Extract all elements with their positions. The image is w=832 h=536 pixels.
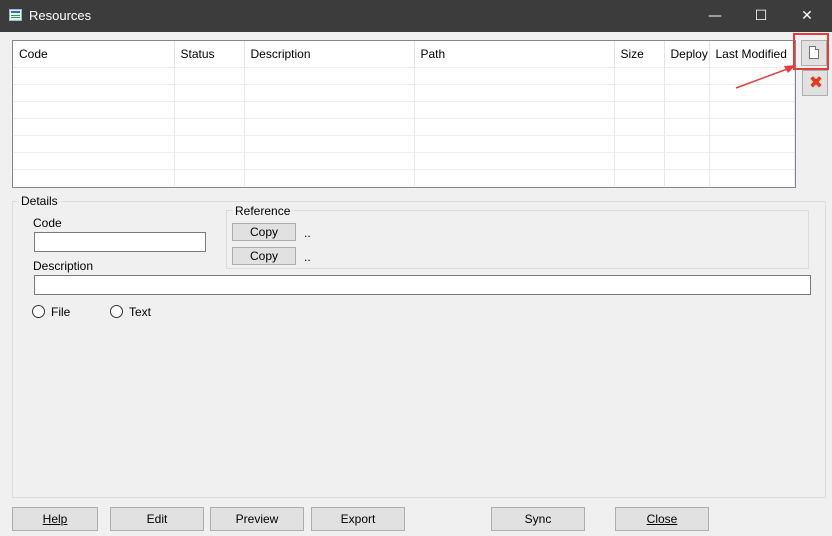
close-window-button[interactable]: ✕ [784, 0, 830, 32]
copy-button-2[interactable]: Copy [232, 247, 296, 265]
reference-value-1: .. [304, 226, 311, 240]
delete-icon: ✖ [808, 73, 824, 93]
reference-value-2: .. [304, 250, 311, 264]
export-button[interactable]: Export [311, 507, 405, 531]
app-icon [9, 9, 22, 21]
window-title: Resources [29, 8, 92, 23]
delete-resource-button[interactable]: ✖ [802, 70, 828, 96]
column-header-code[interactable]: Code [13, 41, 175, 68]
close-button[interactable]: Close [615, 507, 709, 531]
reference-legend: Reference [233, 204, 293, 218]
file-radio[interactable] [32, 305, 45, 318]
table-row [13, 152, 795, 170]
edit-button-label: Edit [146, 512, 168, 526]
table-row [13, 101, 795, 119]
column-header-deploy[interactable]: Deploy [664, 41, 710, 68]
table-header-row: Code Status Description Path Size Deploy… [13, 41, 795, 68]
column-header-status[interactable]: Status [174, 41, 245, 68]
annotation-arrow [735, 65, 796, 89]
export-button-label: Export [340, 512, 376, 526]
minimize-button[interactable]: — [692, 0, 738, 32]
table-row [13, 135, 795, 153]
close-button-label: Close [646, 512, 678, 526]
help-button[interactable]: Help [12, 507, 98, 531]
help-button-label: Help [42, 512, 68, 526]
sync-button-label: Sync [524, 512, 552, 526]
resources-table: Code Status Description Path Size Deploy… [13, 41, 795, 186]
copy-button-1[interactable]: Copy [232, 223, 296, 241]
sync-button[interactable]: Sync [491, 507, 585, 531]
reference-group [226, 210, 809, 269]
resources-grid[interactable]: Code Status Description Path Size Deploy… [12, 40, 796, 188]
table-row [13, 84, 795, 102]
code-input[interactable] [34, 232, 206, 252]
code-label: Code [33, 216, 62, 230]
description-input[interactable] [34, 275, 811, 295]
text-radio-label[interactable]: Text [129, 305, 151, 319]
preview-button-label: Preview [235, 512, 279, 526]
column-header-size[interactable]: Size [614, 41, 665, 68]
details-legend: Details [19, 194, 60, 208]
table-row [13, 169, 795, 186]
table-row [13, 118, 795, 136]
preview-button[interactable]: Preview [210, 507, 304, 531]
column-header-path[interactable]: Path [414, 41, 615, 68]
title-bar: Resources — ☐ ✕ [0, 0, 832, 32]
maximize-button[interactable]: ☐ [738, 0, 784, 32]
text-radio[interactable] [110, 305, 123, 318]
table-row [13, 67, 795, 85]
edit-button[interactable]: Edit [110, 507, 204, 531]
file-radio-label[interactable]: File [51, 305, 70, 319]
column-header-description[interactable]: Description [244, 41, 415, 68]
description-label: Description [33, 259, 94, 273]
